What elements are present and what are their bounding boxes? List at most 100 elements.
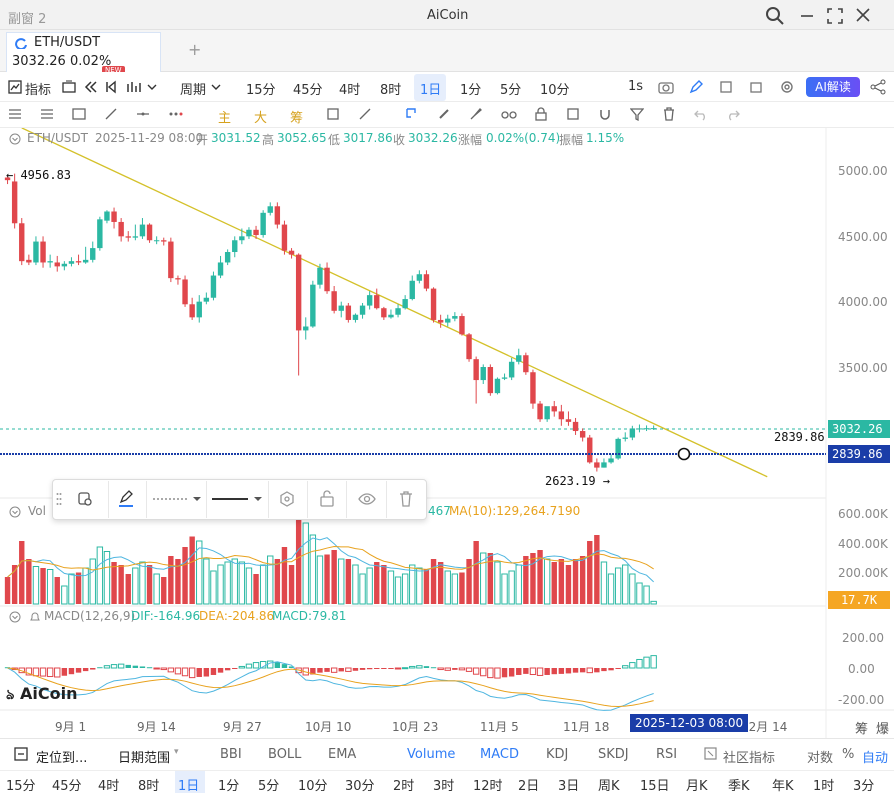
hline-tool-icon[interactable]	[136, 107, 150, 121]
line-tool-icon[interactable]	[104, 107, 118, 121]
auto-scale-toggle[interactable]: 自动	[862, 747, 888, 766]
drag-handle-icon[interactable]	[56, 492, 62, 506]
chevron-down-icon[interactable]: ▾	[174, 747, 179, 757]
bottom-period-item[interactable]: 8时	[138, 775, 159, 794]
gear-icon[interactable]	[780, 80, 794, 94]
bottom-period-item[interactable]: 4时	[98, 775, 119, 794]
bottom-period-item[interactable]: 5分	[258, 775, 279, 794]
bottom-period-item[interactable]: 周K	[598, 775, 620, 794]
bottom-period-item[interactable]: 2时	[393, 775, 414, 794]
line-width-dropdown[interactable]	[212, 494, 264, 504]
chart-canvas[interactable]	[0, 128, 894, 738]
rectangle-tool-icon[interactable]	[72, 107, 86, 121]
collapse-icon[interactable]	[9, 611, 21, 623]
bottom-period-item[interactable]: 1日	[178, 775, 199, 794]
search-icon[interactable]	[765, 6, 785, 26]
period-1d[interactable]: 1日	[420, 79, 441, 98]
indicator-kdj[interactable]: KDJ	[546, 747, 568, 762]
period-15m[interactable]: 15分	[246, 79, 276, 98]
bottom-period-item[interactable]: 3分	[853, 775, 874, 794]
indicator-button[interactable]: 指标	[25, 79, 51, 98]
fullscreen-icon[interactable]	[827, 8, 843, 24]
bottom-period-item[interactable]: 月K	[686, 775, 708, 794]
chevron-down-icon[interactable]	[147, 83, 157, 91]
main-force-button[interactable]: 主	[218, 107, 231, 126]
ai-interpret-button[interactable]: AI解读	[806, 77, 860, 97]
glasses-icon[interactable]	[501, 107, 517, 121]
eye-icon[interactable]	[358, 492, 376, 506]
indicator-bbi[interactable]: BBI	[220, 747, 242, 762]
sync-icon[interactable]	[326, 107, 340, 121]
list-icon[interactable]	[40, 108, 54, 120]
chevron-down-icon[interactable]	[211, 83, 221, 91]
bottom-period-item[interactable]: 15分	[6, 775, 36, 794]
date-range-button[interactable]: 日期范围	[118, 747, 170, 766]
indicator-volume[interactable]: Volume	[407, 747, 455, 762]
big-order-button[interactable]: 大	[254, 107, 267, 126]
period-1m[interactable]: 1分	[460, 79, 481, 98]
settings-icon[interactable]	[279, 491, 295, 507]
measure-icon[interactable]	[437, 107, 451, 121]
add-tab-button[interactable]: +	[188, 40, 201, 59]
period-45m[interactable]: 45分	[293, 79, 323, 98]
bottom-period-item[interactable]: 30分	[345, 775, 375, 794]
filter-icon[interactable]	[630, 107, 644, 121]
bottom-period-item[interactable]: 3日	[558, 775, 579, 794]
trash-icon[interactable]	[399, 491, 413, 507]
edit-icon[interactable]	[566, 107, 580, 121]
bottom-period-item[interactable]: 季K	[728, 775, 750, 794]
ruler-icon[interactable]	[358, 107, 372, 121]
layout-icon[interactable]	[62, 80, 76, 94]
expand-icon[interactable]	[749, 80, 763, 94]
collapse-icon[interactable]	[9, 506, 21, 518]
percent-scale-toggle[interactable]: %	[842, 747, 854, 762]
log-scale-toggle[interactable]: 对数	[807, 747, 833, 766]
bottom-period-item[interactable]: 15日	[640, 775, 670, 794]
bottom-period-item[interactable]: 3时	[433, 775, 454, 794]
bottom-period-item[interactable]: 年K	[772, 775, 794, 794]
period-dropdown[interactable]: 周期	[180, 79, 206, 98]
trash-icon[interactable]	[662, 107, 676, 121]
locate-button[interactable]: 定位到...	[36, 747, 87, 766]
bottom-period-item[interactable]: 1分	[218, 775, 239, 794]
unlock-icon[interactable]	[319, 490, 335, 507]
brush-icon[interactable]	[469, 107, 483, 121]
rewind-icon[interactable]	[84, 80, 98, 94]
more-tools-icon[interactable]	[168, 107, 186, 121]
period-8h[interactable]: 8时	[380, 79, 401, 98]
camera-icon[interactable]	[658, 80, 674, 94]
indicator-skdj[interactable]: SKDJ	[598, 747, 629, 762]
bottom-period-item[interactable]: 45分	[52, 775, 82, 794]
bell-icon[interactable]	[29, 611, 41, 623]
redo-icon[interactable]	[726, 107, 740, 121]
chip-button[interactable]: 筹	[290, 107, 303, 126]
refresh-rate[interactable]: 1s	[628, 79, 643, 94]
indicator-rsi[interactable]: RSI	[656, 747, 677, 762]
lock-icon[interactable]	[534, 107, 548, 121]
undo-icon[interactable]	[694, 107, 708, 121]
line-style-dropdown[interactable]	[153, 494, 203, 504]
bottom-period-item[interactable]: 12时	[473, 775, 503, 794]
community-indicators-button[interactable]: 社区指标	[723, 747, 775, 766]
select-tool-icon[interactable]	[405, 107, 419, 121]
pen-icon[interactable]	[689, 80, 703, 94]
share-icon[interactable]	[870, 79, 886, 95]
minimize-icon[interactable]	[800, 9, 814, 23]
template-icon[interactable]	[77, 491, 93, 507]
chart-type-icon[interactable]	[126, 80, 142, 94]
period-10m[interactable]: 10分	[540, 79, 570, 98]
indicator-boll[interactable]: BOLL	[268, 747, 301, 762]
bottom-period-item[interactable]: 10分	[298, 775, 328, 794]
close-icon[interactable]	[856, 8, 870, 22]
period-5m[interactable]: 5分	[500, 79, 521, 98]
indicator-macd[interactable]: MACD	[480, 747, 519, 762]
bottom-period-item[interactable]: 2日	[518, 775, 539, 794]
liquidation-button[interactable]: 爆	[876, 718, 889, 737]
bottom-period-item[interactable]: 1时	[813, 775, 834, 794]
menu-icon[interactable]	[8, 108, 22, 120]
chip-dist-button[interactable]: 筹	[855, 718, 868, 737]
line-color-icon[interactable]	[118, 490, 134, 508]
collapse-icon[interactable]	[9, 133, 21, 145]
layout-switch-icon[interactable]	[719, 80, 733, 94]
indicator-ema[interactable]: EMA	[328, 747, 356, 762]
